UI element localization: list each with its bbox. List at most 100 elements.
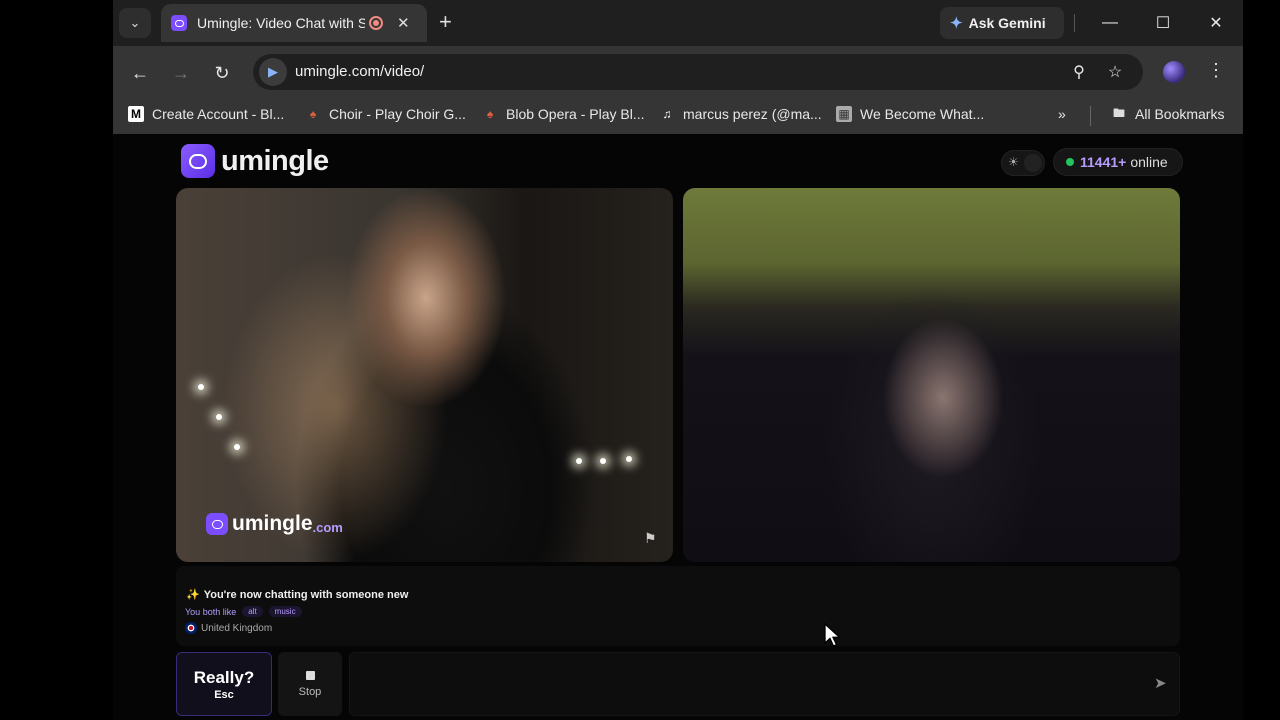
profile-avatar[interactable] [1163,61,1185,83]
arrow-right-icon: → [172,62,190,83]
forward-button[interactable]: → [168,60,194,86]
address-bar[interactable]: ▶ umingle.com/video/ ⚲ ☆ [253,54,1143,90]
url-text[interactable]: umingle.com/video/ [295,63,424,80]
interest-tag: music [268,606,302,617]
stop-icon [305,670,315,680]
tiktok-icon: ♫ [662,107,672,121]
light-decoration [600,458,606,464]
bookmark-label: Create Account - Bl... [152,106,285,122]
sparkle-icon: ✨ [186,589,200,601]
country-label: United Kingdom [201,622,273,634]
divider [1074,14,1075,32]
bookmark-item[interactable]: ♠ Choir - Play Choir G... [305,106,466,122]
bookmark-label: Choir - Play Choir G... [329,106,466,122]
bookmark-label: We Become What... [860,106,985,122]
new-match-text: You're now chatting with someone new [203,589,409,601]
active-tab[interactable]: Umingle: Video Chat with S ✕ [161,4,427,42]
browser-window: ⌄ Umingle: Video Chat with S ✕ + ✦ Ask G… [113,0,1243,720]
shared-interests: You both like alt music [185,606,302,617]
light-decoration [216,414,222,420]
maximize-icon: ☐ [1155,15,1171,32]
ask-gemini-button[interactable]: ✦ Ask Gemini [940,7,1064,39]
light-decoration [234,444,240,450]
bookmark-item[interactable]: ♫ marcus perez (@ma... [659,106,822,122]
bookmark-favicon-icon: ♠ [309,107,317,121]
minimize-button[interactable]: — [1095,8,1125,38]
close-tab-icon[interactable]: ✕ [397,14,410,32]
zoom-icon[interactable]: ⚲ [1069,62,1089,82]
back-button[interactable]: ← [127,60,153,86]
chat-bubble-icon [181,144,215,178]
light-decoration [626,456,632,462]
reload-icon: ↻ [214,62,230,83]
minimize-icon: — [1102,14,1118,31]
light-decoration [198,384,204,390]
new-match-message: ✨ You're now chatting with someone new [186,588,408,601]
toggle-knob [1024,154,1042,172]
umingle-watermark: umingle .com [206,512,343,536]
skip-label: Really? [193,667,255,687]
tab-title: Umingle: Video Chat with S [197,15,365,31]
light-decoration [576,458,582,464]
arrow-left-icon: ← [131,62,149,83]
more-menu-icon[interactable]: ⋮ [1207,60,1225,81]
self-video [683,188,1180,562]
sun-icon: ☀ [1008,155,1019,169]
tab-search-button[interactable]: ⌄ [119,8,151,38]
new-tab-button[interactable]: + [439,10,452,34]
stranger-country: United Kingdom [185,622,272,634]
all-bookmarks-button[interactable]: 🖿 All Bookmarks [1111,105,1225,123]
double-chevron-right-icon: » [1058,106,1066,122]
window-close-button[interactable]: ✕ [1201,8,1231,38]
maximize-button[interactable]: ☐ [1148,8,1178,38]
online-count: 11441+ [1080,154,1127,170]
interest-tag: alt [242,606,263,617]
bookmark-item[interactable]: M Create Account - Bl... [128,106,284,122]
chat-controls: Really? Esc Stop ➤ [176,652,1180,716]
message-input[interactable] [349,652,1180,716]
skip-button[interactable]: Really? Esc [176,652,272,716]
bookmark-item[interactable]: ♠ Blob Opera - Play Bl... [482,106,645,122]
divider [1090,106,1091,126]
chat-bubble-icon [206,513,228,535]
bookmark-star-icon[interactable]: ☆ [1105,62,1125,82]
theme-toggle[interactable]: ☀ [1001,150,1045,176]
logo-text: umingle [221,144,329,177]
gemini-sparkle-icon: ✦ [950,15,963,32]
likes-label: You both like [185,606,237,617]
folder-icon: 🖿 [1112,105,1125,120]
all-bookmarks-label: All Bookmarks [1135,106,1225,122]
online-count-badge: 11441+ online [1053,148,1183,176]
recording-icon [369,16,383,30]
umingle-favicon-icon [171,15,187,31]
stop-button[interactable]: Stop [278,652,342,716]
online-status-dot [1066,158,1074,166]
browser-toolbar: ← → ↻ ▶ umingle.com/video/ ⚲ ☆ ⋮ [113,46,1243,98]
online-label: online [1130,154,1168,170]
reload-button[interactable]: ↻ [209,60,235,86]
ask-gemini-label: Ask Gemini [968,15,1046,31]
watermark-suffix: .com [312,519,343,535]
bookmark-label: marcus perez (@ma... [683,106,822,122]
page-content: umingle ☀ 11441+ online umingle .com ⚑ ✨… [113,134,1243,720]
stop-label: Stop [298,685,322,698]
tab-strip: ⌄ Umingle: Video Chat with S ✕ + ✦ Ask G… [113,0,1243,46]
site-logo[interactable]: umingle [181,144,329,178]
camera-in-use-icon[interactable]: ▶ [259,58,287,86]
send-icon[interactable]: ➤ [1154,674,1167,692]
bookmark-favicon-icon: ▦ [836,106,852,122]
uk-flag-icon [185,622,197,634]
bookmark-favicon-icon: ♠ [486,107,494,121]
close-icon: ✕ [1209,15,1223,32]
report-flag-icon[interactable]: ⚑ [644,530,657,547]
bookmarks-bar: M Create Account - Bl... ♠ Choir - Play … [113,98,1243,134]
watermark-text: umingle [232,512,313,535]
bookmark-favicon-icon: M [128,106,144,122]
chat-log-panel: ✨ You're now chatting with someone new Yo… [176,566,1180,646]
chevron-down-icon: ⌄ [129,15,141,30]
skip-shortcut: Esc [214,688,234,701]
more-bookmarks-button[interactable]: » [1058,106,1066,122]
mouse-cursor-icon [824,623,842,647]
bookmark-item[interactable]: ▦ We Become What... [836,106,984,122]
bookmark-label: Blob Opera - Play Bl... [506,106,645,122]
